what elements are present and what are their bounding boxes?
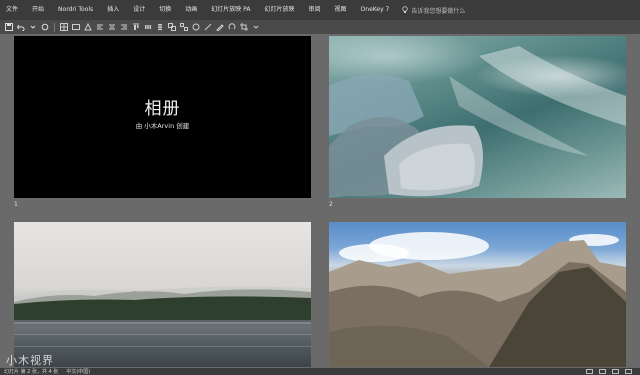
mountain-image [329, 240, 626, 367]
redo-icon[interactable] [40, 22, 50, 32]
tab-review[interactable]: 审阅 [302, 0, 328, 20]
distribute-v-icon[interactable] [155, 22, 165, 32]
rotate-icon[interactable] [227, 22, 237, 32]
tab-transitions[interactable]: 切换 [152, 0, 178, 20]
quick-access-toolbar [0, 20, 640, 34]
rocks-water-image [329, 46, 626, 198]
tab-slideshow[interactable]: 幻灯片放映 [258, 0, 302, 20]
group-icon[interactable] [167, 22, 177, 32]
tab-animations[interactable]: 动画 [178, 0, 204, 20]
tab-view[interactable]: 视图 [328, 0, 354, 20]
view-buttons [586, 369, 640, 374]
tab-file[interactable]: 文件 [0, 0, 25, 20]
slideshow-icon[interactable] [625, 369, 632, 374]
align-top-icon[interactable] [131, 22, 141, 32]
tab-home[interactable]: 开始 [25, 0, 51, 20]
crop-icon[interactable] [239, 22, 249, 32]
distribute-h-icon[interactable] [143, 22, 153, 32]
align-center-icon[interactable] [107, 22, 117, 32]
tell-me-box[interactable]: 告诉我您想要做什么 [402, 6, 465, 15]
slide-number-1: 1 [14, 201, 18, 208]
shape-icon[interactable] [83, 22, 93, 32]
grid-icon[interactable] [59, 22, 69, 32]
undo-icon[interactable] [16, 22, 26, 32]
table-icon[interactable] [71, 22, 81, 32]
lightbulb-icon [402, 6, 409, 14]
slide-subtitle: 由 小木Arvin 创建 [135, 122, 190, 130]
status-bar: 幻灯片 第 2 张，共 4 张 中文(中国) [0, 368, 640, 375]
lake-image [14, 286, 311, 347]
slide-number-2: 2 [329, 201, 333, 208]
watermark-text: 小木视界 [6, 354, 54, 367]
align-left-icon[interactable] [95, 22, 105, 32]
slide-thumbnail-4[interactable] [329, 222, 626, 367]
ungroup-icon[interactable] [179, 22, 189, 32]
slide-thumbnail-3[interactable] [14, 222, 311, 367]
save-icon[interactable] [4, 22, 14, 32]
tell-me-text: 告诉我您想要做什么 [411, 7, 466, 15]
slide-counter: 幻灯片 第 2 张，共 4 张 [4, 369, 59, 375]
tab-design[interactable]: 设计 [126, 0, 152, 20]
language-indicator[interactable]: 中文(中国) [66, 368, 90, 375]
tab-onekey[interactable]: OneKey 7 [354, 0, 397, 20]
normal-view-icon[interactable] [586, 369, 593, 374]
align-right-icon[interactable] [119, 22, 129, 32]
slide-thumbnail-1[interactable]: 相册 由 小木Arvin 创建 [14, 36, 311, 198]
tab-nordri-tools[interactable]: Nordri Tools [51, 0, 100, 20]
toolbar-separator [54, 22, 55, 32]
slide-title: 相册 [144, 99, 181, 119]
dropdown-icon[interactable] [28, 22, 38, 32]
tab-slideshow-pa[interactable]: 幻灯片放映 PA [204, 0, 257, 20]
reading-view-icon[interactable] [612, 369, 619, 374]
format-icon[interactable] [191, 22, 201, 32]
brush-icon[interactable] [203, 22, 213, 32]
ribbon-tabs: 文件 开始 Nordri Tools 插入 设计 切换 动画 幻灯片放映 PA … [0, 0, 640, 20]
more-icon[interactable] [251, 22, 261, 32]
tab-insert[interactable]: 插入 [100, 0, 126, 20]
slide-thumbnail-2[interactable] [329, 36, 626, 198]
pen-icon[interactable] [215, 22, 225, 32]
slide-sorter-icon[interactable] [599, 369, 606, 374]
